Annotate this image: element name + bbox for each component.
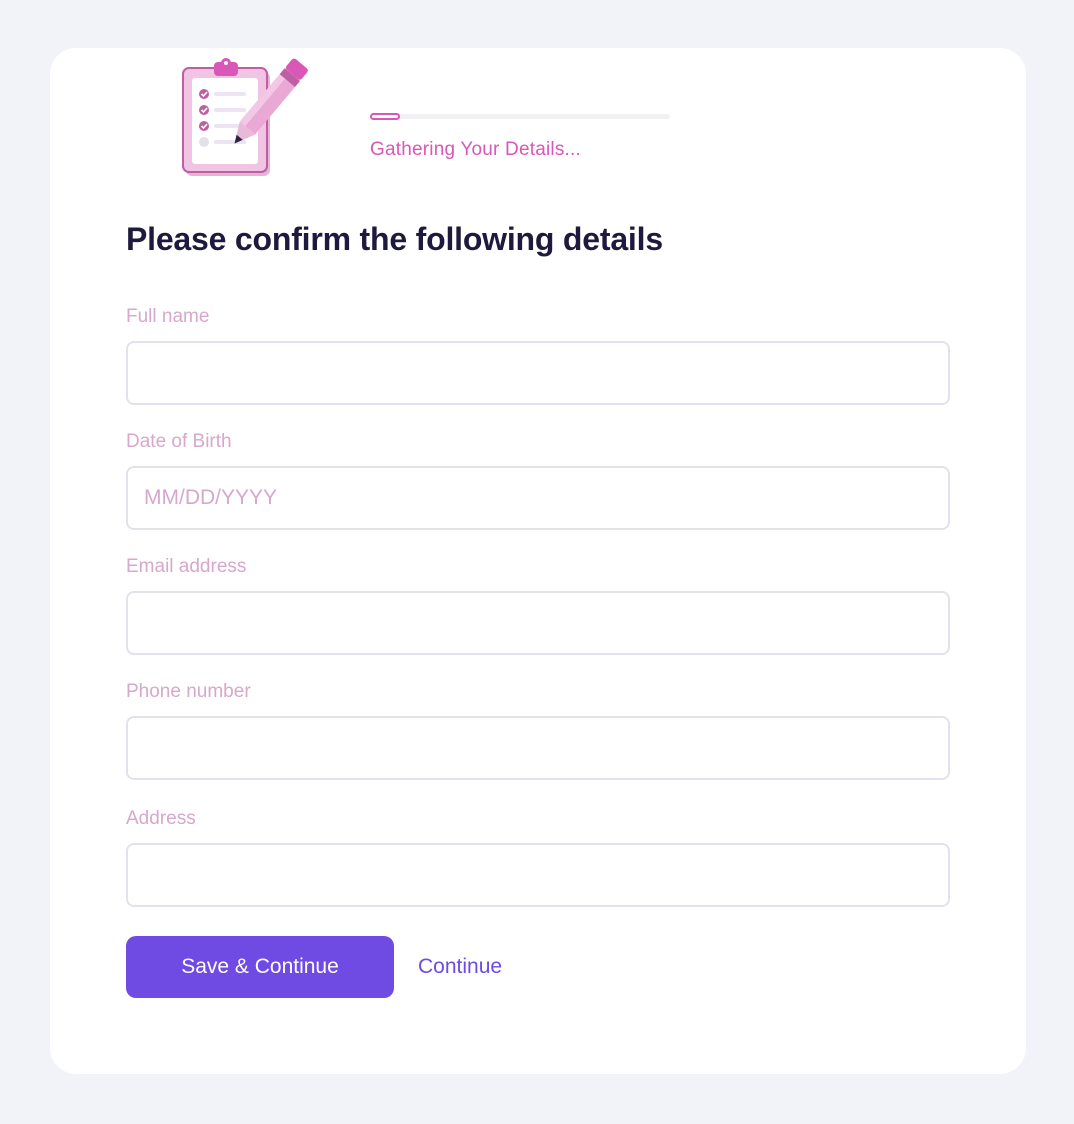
address-input[interactable] xyxy=(126,843,950,908)
phone-number-input[interactable] xyxy=(126,716,950,781)
clipboard-checklist-pencil-icon xyxy=(180,50,320,180)
phone-number-label: Phone number xyxy=(126,681,251,703)
field-phone-number: Phone number xyxy=(126,679,950,781)
save-and-continue-button[interactable]: Save & Continue xyxy=(126,936,394,998)
address-label: Address xyxy=(126,808,196,830)
details-card: Gathering Your Details... Please confirm… xyxy=(50,48,1026,1074)
form-actions: Save & Continue Continue xyxy=(126,936,502,998)
page-title: Please confirm the following details xyxy=(126,221,663,257)
full-name-input[interactable] xyxy=(126,341,950,406)
continue-link[interactable]: Continue xyxy=(418,955,502,979)
progress-section: Gathering Your Details... xyxy=(370,113,670,161)
field-email-address: Email address xyxy=(126,554,950,656)
date-of-birth-input[interactable] xyxy=(126,466,950,531)
progress-fill xyxy=(370,113,400,120)
progress-label: Gathering Your Details... xyxy=(370,139,581,160)
field-address: Address xyxy=(126,806,950,908)
progress-track xyxy=(370,113,670,120)
email-address-input[interactable] xyxy=(126,591,950,656)
field-full-name: Full name xyxy=(126,304,950,406)
full-name-label: Full name xyxy=(126,306,210,328)
date-of-birth-label: Date of Birth xyxy=(126,431,232,453)
field-date-of-birth: Date of Birth xyxy=(126,429,950,531)
details-form: Please confirm the following details Ful… xyxy=(126,220,950,908)
email-address-label: Email address xyxy=(126,556,247,578)
